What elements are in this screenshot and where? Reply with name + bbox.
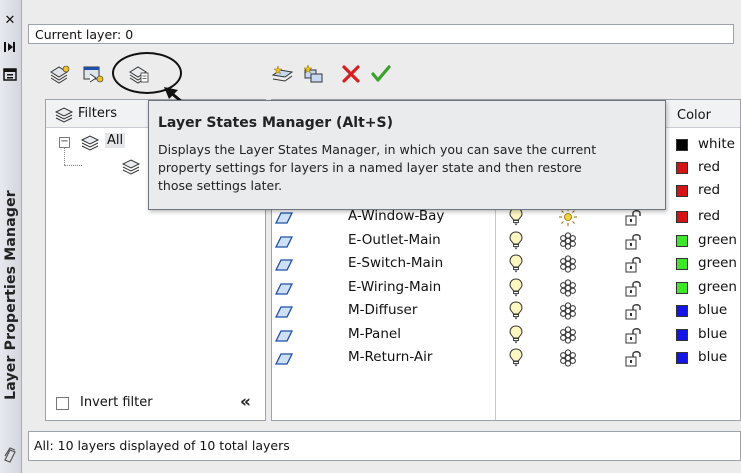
layer-parallelogram-icon [274,257,294,271]
table-row[interactable]: M-Diffuser blue [272,300,740,323]
unlock-icon[interactable] [625,255,643,273]
color-name: green [698,279,737,295]
filter-icon [54,105,75,127]
invert-filter-label: Invert filter [80,395,153,410]
unlock-icon[interactable] [625,232,643,250]
layer-name[interactable]: M-Diffuser [348,302,417,318]
new-layer-icon[interactable] [271,64,294,84]
color-swatch[interactable] [676,235,688,247]
used-layers-filter-icon [121,157,142,179]
filters-heading: Filters [78,106,117,121]
table-row[interactable]: M-Panel blue [272,324,740,347]
new-layer-vp-frozen-icon[interactable] [303,64,325,84]
current-layer-display: Current layer: 0 [28,24,734,44]
close-icon[interactable]: ✕ [3,14,17,28]
unlock-icon[interactable] [625,279,643,297]
tooltip-body: Displays the Layer States Manager, in wh… [158,142,597,193]
table-row[interactable]: E-Wiring-Main green [272,277,740,300]
palette-title: Layer Properties Manager [2,190,19,400]
palette-icon [3,446,17,464]
invert-filter-checkbox[interactable] [56,397,69,410]
properties-menu-icon[interactable] [3,67,17,81]
snowflake-icon[interactable] [558,231,578,251]
delete-layer-icon[interactable] [340,64,362,84]
table-row[interactable]: M-Return-Air blue [272,347,740,370]
color-name: green [698,255,737,271]
color-swatch[interactable] [676,211,688,223]
table-row[interactable]: E-Outlet-Main green [272,230,740,253]
lightbulb-on-icon[interactable] [509,278,523,297]
lightbulb-on-icon[interactable] [509,348,523,367]
color-name: blue [698,326,728,342]
new-group-filter-icon[interactable] [82,64,104,84]
layer-parallelogram-icon [274,234,294,248]
color-swatch[interactable] [676,139,688,151]
layer-name[interactable]: E-Outlet-Main [348,232,441,248]
layer-name[interactable]: A-Window-Bay [348,208,444,224]
color-name: white [698,136,735,152]
unlock-icon[interactable] [625,208,643,226]
color-name: blue [698,349,728,365]
layer-states-tooltip: Layer States Manager (Alt+S) Displays th… [148,100,666,210]
layer-name[interactable]: M-Return-Air [348,349,432,365]
color-column-header[interactable]: Color [677,108,711,123]
snowflake-icon[interactable] [558,301,578,321]
auto-hide-icon[interactable] [3,40,17,54]
new-property-filter-icon[interactable] [49,64,71,84]
color-name: blue [698,302,728,318]
tree-item-all[interactable]: All [105,133,126,148]
color-swatch[interactable] [676,282,688,294]
tooltip-title: Layer States Manager (Alt+S) [158,115,393,131]
collapse-filter-tree-icon[interactable]: « [240,392,251,412]
snowflake-icon[interactable] [558,278,578,298]
table-row[interactable]: E-Switch-Main green [272,253,740,276]
all-filter-icon [80,133,102,155]
unlock-icon[interactable] [625,349,643,367]
layer-parallelogram-icon [274,210,294,224]
color-name: red [698,159,721,175]
layer-parallelogram-icon [274,328,294,342]
color-swatch[interactable] [676,305,688,317]
lightbulb-on-icon[interactable] [509,231,523,250]
color-swatch[interactable] [676,258,688,270]
unlock-icon[interactable] [625,326,643,344]
color-name: red [698,182,721,198]
snowflake-icon[interactable] [558,348,578,368]
layer-parallelogram-icon [274,304,294,318]
set-current-icon[interactable] [370,64,392,84]
lightbulb-on-icon[interactable] [509,301,523,320]
layer-name[interactable]: E-Wiring-Main [348,279,441,295]
snowflake-icon[interactable] [558,325,578,345]
layer-name[interactable]: E-Switch-Main [348,255,443,271]
color-swatch[interactable] [676,329,688,341]
lightbulb-on-icon[interactable] [509,325,523,344]
status-bar: All: 10 layers displayed of 10 total lay… [28,431,741,461]
palette-title-bar: ✕ Layer Properties Manager [0,0,22,473]
color-swatch[interactable] [676,185,688,197]
layer-parallelogram-icon [274,281,294,295]
color-name: green [698,232,737,248]
snowflake-icon[interactable] [558,254,578,274]
sun-icon[interactable] [558,207,578,227]
color-name: red [698,208,721,224]
color-swatch[interactable] [676,352,688,364]
lightbulb-on-icon[interactable] [509,254,523,273]
unlock-icon[interactable] [625,302,643,320]
layer-parallelogram-icon [274,351,294,365]
layer-name[interactable]: M-Panel [348,326,401,342]
color-swatch[interactable] [676,162,688,174]
